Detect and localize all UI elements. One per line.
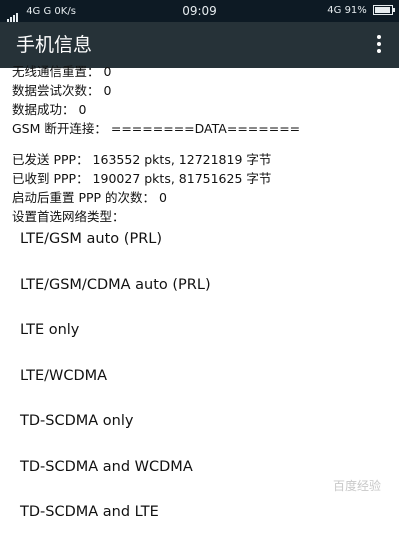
status-right: 4G 91% xyxy=(327,0,393,22)
status-right-text: 4G 91% xyxy=(327,5,367,16)
watermark: 百度经验 xyxy=(333,477,381,494)
info-row: 已收到 PPP： 190027 pkts, 81751625 字节 xyxy=(12,169,391,188)
more-vert-icon[interactable] xyxy=(375,35,383,55)
network-option[interactable]: TD-SCDMA and LTE xyxy=(0,490,399,536)
network-option[interactable]: LTE/WCDMA xyxy=(0,354,399,400)
info-row: 已发送 PPP： 163552 pkts, 12721819 字节 xyxy=(12,150,391,169)
network-option[interactable]: LTE/GSM auto (PRL) xyxy=(0,217,399,263)
network-option[interactable]: LTE only xyxy=(0,308,399,354)
info-row: 启动后重置 PPP 的次数： 0 xyxy=(12,188,391,207)
info-section: 无线通信重置： 0 数据尝试次数： 0 数据成功： 0 GSM 断开连接： ==… xyxy=(12,68,391,226)
status-bar: 4G G 0K/s 09:09 4G 91% xyxy=(0,0,399,22)
info-row: 数据尝试次数： 0 xyxy=(12,81,391,100)
network-option[interactable]: LTE/GSM/CDMA auto (PRL) xyxy=(0,263,399,309)
network-option[interactable]: TD-SCDMA only xyxy=(0,399,399,445)
battery-icon xyxy=(373,5,393,15)
info-row: GSM 断开连接： ========DATA======= xyxy=(12,119,391,138)
info-row: 无线通信重置： 0 xyxy=(12,62,391,81)
info-row: 数据成功： 0 xyxy=(12,100,391,119)
